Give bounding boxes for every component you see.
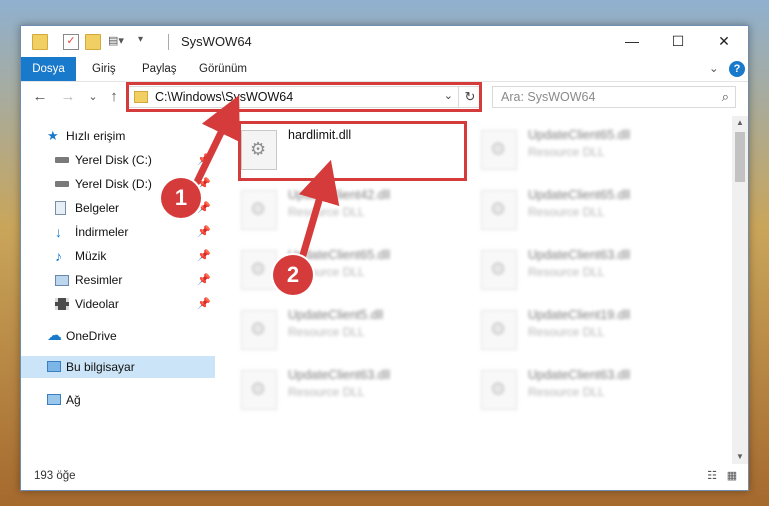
annotation-arrows xyxy=(193,95,340,259)
step-1-badge: 1 xyxy=(161,178,201,218)
arrow-to-address-icon xyxy=(193,95,240,186)
arrow-to-file-icon xyxy=(298,159,340,259)
step-2-badge: 2 xyxy=(273,255,313,295)
